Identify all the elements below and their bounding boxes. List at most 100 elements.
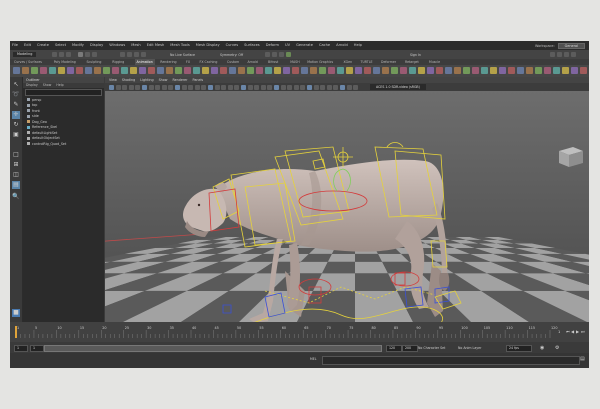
viewport-tool-icon[interactable] [234,84,240,90]
shelf-tool-icon[interactable] [382,67,389,74]
menu-item[interactable]: Curves [226,42,238,48]
shelf-tool-icon[interactable] [49,67,56,74]
toggle-outliner-icon[interactable] [571,52,576,57]
open-scene-icon[interactable] [59,52,64,57]
hypershade-icon[interactable] [286,52,291,57]
viewport-tool-icon[interactable] [313,84,319,90]
viewport-tool-icon[interactable] [326,84,332,90]
sign-in-label[interactable]: Sign In [410,53,421,57]
shelf-tool-icon[interactable] [310,67,317,74]
viewport-tool-icon[interactable] [194,84,200,90]
shelf-tool-icon[interactable] [553,67,560,74]
shelf-tool-icon[interactable] [193,67,200,74]
shelf-tool-icon[interactable] [337,67,344,74]
menu-item[interactable]: Edit [24,42,31,48]
shelf-tool-icon[interactable] [445,67,452,74]
script-editor-icon[interactable]: ▤ [580,356,585,362]
shelf-tool-icon[interactable] [58,67,65,74]
shelf-tool-icon[interactable] [157,67,164,74]
persp-outliner-layout-icon[interactable]: ◫ [12,171,20,179]
viewport-tool-icon[interactable] [122,84,128,90]
viewport-tool-icon[interactable] [260,84,266,90]
character-set-dropdown[interactable]: No Character Set [418,346,445,350]
menu-set-dropdown[interactable]: Modeling [13,52,37,57]
viewport-tool-icon[interactable] [201,84,207,90]
viewport-tool-icon[interactable] [214,84,220,90]
viewport-tool-icon[interactable] [175,84,180,90]
viewport-tool-icon[interactable] [353,84,359,90]
symmetry-label[interactable]: Symmetry: Off [220,53,243,57]
new-scene-icon[interactable] [52,52,57,57]
viewport-tool-icon[interactable] [346,84,352,90]
shelf-tool-icon[interactable] [418,67,425,74]
menu-item[interactable]: Edit Mesh [147,42,165,48]
viewport-tool-icon[interactable] [161,84,167,90]
playback-control-icon[interactable]: ⏮ [566,329,570,334]
shelf-tool-icon[interactable] [544,67,551,74]
shelf-tool-icon[interactable] [436,67,443,74]
shelf-tool-icon[interactable] [472,67,479,74]
shelf-tool-icon[interactable] [364,67,371,74]
shelf-tool-icon[interactable] [373,67,380,74]
shelf-tool-icon[interactable] [40,67,47,74]
anim-prefs-icon[interactable]: ⚙ [555,345,559,351]
playback-control-icon[interactable]: ⏭ [581,329,585,334]
viewport-tool-icon[interactable] [109,84,114,90]
shelf-tool-icon[interactable] [562,67,569,74]
anim-layer-dropdown[interactable]: No Anim Layer [458,346,481,350]
shelf-tool-icon[interactable] [256,67,263,74]
shelf-tool-icon[interactable] [283,67,290,74]
viewport-tool-icon[interactable] [287,84,293,90]
select-by-component-icon[interactable] [92,52,97,57]
range-start-field[interactable]: 1 [30,345,44,352]
viewport-tool-icon[interactable] [227,84,233,90]
lasso-tool-icon[interactable]: ➰ [12,91,20,99]
toggle-attribute-editor-icon[interactable] [557,52,562,57]
display-mode-icon[interactable]: ■ [12,309,20,317]
current-frame-field[interactable]: 1 [558,330,560,334]
viewport-tool-icon[interactable] [135,84,141,90]
shelf-tool-icon[interactable] [526,67,533,74]
menu-item[interactable]: UV [285,42,290,48]
shelf-tool-icon[interactable] [265,67,272,74]
snap-to-view-icon[interactable] [141,52,146,57]
shelf-tool-icon[interactable] [220,67,227,74]
viewport-tool-icon[interactable] [254,84,260,90]
menu-item[interactable]: Deform [266,42,279,48]
menu-item[interactable]: Help [354,42,362,48]
toggle-modeling-toolkit-icon[interactable] [550,52,555,57]
viewport-tool-icon[interactable] [208,84,213,90]
persp-graph-layout-icon[interactable]: ▤ [12,181,20,189]
shelf-tool-icon[interactable] [517,67,524,74]
viewport-tool-icon[interactable] [155,84,161,90]
shelf-tool-icon[interactable] [184,67,191,74]
menu-item[interactable]: Modify [72,42,84,48]
outliner-item[interactable]: controlRig_Quad_Set [23,141,104,147]
rotate-tool-icon[interactable]: ↻ [12,121,20,129]
toggle-channel-box-icon[interactable] [564,52,569,57]
menu-item[interactable]: File [12,42,18,48]
menu-item[interactable]: Select [55,42,66,48]
snap-to-grid-icon[interactable] [120,52,125,57]
viewport-tool-icon[interactable] [188,84,194,90]
shelf-tool-icon[interactable] [571,67,578,74]
menu-item[interactable]: Mesh Tools [170,42,189,48]
command-input[interactable] [322,356,580,365]
shelf-tool-icon[interactable] [166,67,173,74]
viewport-tool-icon[interactable] [340,84,345,90]
shelf-tool-icon[interactable] [481,67,488,74]
viewport-tool-icon[interactable] [181,84,187,90]
move-tool-icon[interactable]: ✛ [12,111,20,119]
shelf-tool-icon[interactable] [580,67,587,74]
viewport-tool-icon[interactable] [115,84,121,90]
shelf-tool-icon[interactable] [346,67,353,74]
shelf-tool-icon[interactable] [355,67,362,74]
color-transform-dropdown[interactable]: ACES 1.0 SDR-video (sRGB) [370,84,426,90]
menu-item[interactable]: Create [37,42,49,48]
shelf-tool-icon[interactable] [274,67,281,74]
shelf-tool-icon[interactable] [13,67,20,74]
live-surface-label[interactable]: No Live Surface [170,53,195,57]
four-pane-icon[interactable]: ⊞ [12,161,20,169]
shelf-tool-icon[interactable] [301,67,308,74]
shelf-tool-icon[interactable] [31,67,38,74]
